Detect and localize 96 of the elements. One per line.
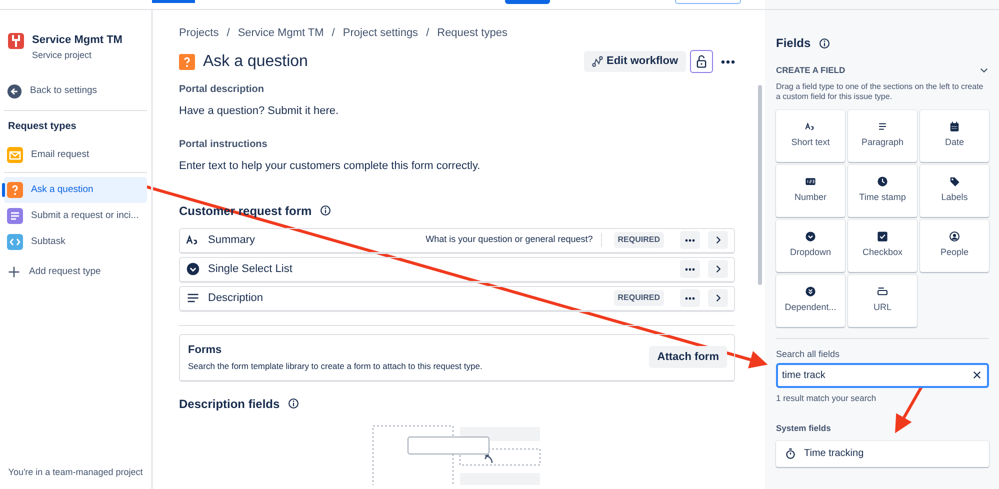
paragraph-icon [186, 291, 200, 305]
breadcrumb-separator: / [226, 26, 230, 41]
attach-form-button[interactable]: Attach form [649, 346, 727, 368]
breadcrumb-link[interactable]: Projects [179, 25, 219, 42]
paragraph-icon [877, 121, 888, 132]
sidebar-heading: Request types [7, 120, 78, 134]
clock-icon [877, 176, 888, 188]
more-icon [685, 238, 695, 242]
add-request-type-link[interactable]: Add request type [4, 259, 147, 285]
field-result[interactable]: Time tracking [776, 440, 989, 467]
field-hint: What is your question or general request? [426, 233, 602, 247]
back-link[interactable]: Back to settings [4, 78, 147, 104]
info-icon [320, 205, 331, 216]
breadcrumb-link[interactable]: Request types [437, 25, 508, 42]
field-type-tile[interactable]: Labels [920, 164, 989, 217]
more-button[interactable] [680, 260, 700, 278]
more-button[interactable] [680, 231, 700, 249]
calendar-icon [949, 121, 960, 132]
breadcrumb-separator: / [332, 26, 335, 41]
dropdown-icon [186, 262, 200, 276]
field-type-tile[interactable]: URL [848, 274, 917, 327]
field-type-tile[interactable]: Paragraph [848, 110, 917, 162]
question-mark-icon [179, 54, 195, 70]
expand-button[interactable] [708, 260, 728, 278]
section-toggle[interactable]: CREATE A FIELD [776, 64, 989, 77]
breadcrumb-link[interactable]: Service Mgmt TM [238, 25, 324, 42]
double-chevron-icon [805, 286, 816, 298]
search-label: Search all fields [776, 348, 841, 361]
field-type-tile[interactable]: People [920, 220, 989, 272]
clear-button[interactable] [972, 370, 982, 380]
form-icon [7, 208, 23, 224]
tab-indicator [152, 0, 195, 3]
breadcrumb-link[interactable]: Project settings [342, 25, 418, 42]
help-text: Drag a field type to one of the sections on the left to create a custom field for this issue type. [776, 82, 984, 103]
dropdown-icon [805, 231, 816, 242]
info-icon [288, 398, 299, 410]
person-icon [949, 231, 960, 242]
sidebar-item[interactable]: Subtask [4, 229, 147, 255]
expand-button[interactable] [708, 231, 728, 249]
plus-icon [7, 265, 21, 279]
envelope-icon [7, 147, 23, 163]
panel-title: Fields [776, 35, 811, 52]
info-icon [818, 38, 830, 48]
expand-button[interactable] [708, 289, 728, 307]
portal-description: Have a question? Submit it here. [179, 104, 340, 118]
more-button[interactable] [721, 60, 735, 64]
field-type-tile[interactable]: Dropdown [776, 220, 845, 272]
required-lozenge: REQUIRED [614, 232, 664, 248]
text-icon [186, 233, 200, 247]
page-title: Ask a question [203, 52, 309, 72]
more-icon [685, 268, 695, 270]
field-type-tile[interactable]: Date [920, 110, 989, 162]
form-field-row[interactable]: Summary What is your question or general request? REQUIRED [179, 228, 735, 254]
field-label: Portal description [179, 82, 266, 96]
field-type-tile[interactable]: Time stamp [848, 164, 917, 217]
edit-workflow-button[interactable]: Edit workflow [584, 51, 686, 72]
tag-icon [949, 176, 960, 188]
sidebar-item[interactable]: Email request [4, 142, 147, 168]
more-icon [685, 296, 695, 300]
form-field-row[interactable]: Description REQUIRED [179, 286, 735, 312]
card-text: Search the form template library to create a form to attach to this request type. [188, 360, 484, 373]
result-count: 1 result match your search [776, 392, 878, 405]
field-type-tile[interactable]: Short text [776, 110, 845, 162]
unlocked-lock-icon [695, 55, 708, 68]
breadcrumb-separator: / [426, 26, 430, 41]
search-field[interactable]: time track [776, 363, 989, 388]
field-type-tile[interactable]: Number [776, 164, 845, 217]
section-title: Description fields [179, 396, 280, 413]
lock-button[interactable] [690, 50, 713, 73]
scrollbar[interactable] [758, 85, 762, 285]
header-button[interactable] [505, 0, 550, 4]
required-lozenge: REQUIRED [614, 290, 664, 306]
form-field-row[interactable]: Single Select List [179, 256, 735, 282]
workflow-icon [592, 56, 602, 67]
more-icon [721, 60, 735, 64]
section-heading: System fields [776, 422, 832, 435]
card-title: Forms [188, 342, 223, 358]
portal-instructions: Enter text to help your customers complete this form correctly. [179, 159, 482, 174]
field-label: Portal instructions [179, 138, 268, 152]
sidebar-item[interactable]: Submit a request or inci... [4, 203, 147, 229]
close-icon [972, 370, 982, 380]
footer-note: You're in a team-managed project [7, 466, 144, 479]
sidebar-item[interactable]: Ask a question [4, 177, 147, 203]
link-field-icon [877, 286, 888, 298]
project-name: Service Mgmt TM [32, 33, 122, 48]
text-icon [805, 121, 816, 132]
more-button[interactable] [680, 289, 700, 307]
field-type-tile[interactable]: Dependent... [776, 274, 845, 327]
number-icon [805, 176, 816, 188]
question-mark-icon [7, 182, 23, 198]
checkbox-icon [877, 231, 888, 242]
project-logo [8, 33, 24, 49]
field-type-tile[interactable]: Checkbox [848, 220, 917, 272]
stopwatch-icon [785, 448, 796, 460]
code-icon [7, 234, 23, 250]
project-type: Service project [32, 48, 93, 62]
